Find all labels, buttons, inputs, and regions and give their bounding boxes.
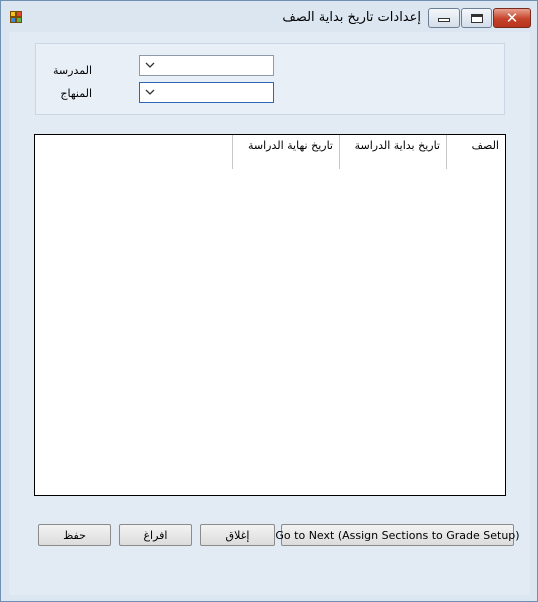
grid-header: الصف تاريخ بداية الدراسة تاريخ نهاية الد… xyxy=(232,135,505,169)
curriculum-combobox[interactable] xyxy=(139,82,274,103)
maximize-button[interactable] xyxy=(461,8,492,28)
close-window-button[interactable]: ✕ xyxy=(493,8,531,28)
clear-button[interactable]: افراغ xyxy=(119,524,192,546)
go-to-next-button[interactable]: Go to Next (Assign Sections to Grade Set… xyxy=(275,524,520,546)
window-title: إعدادات تاريخ بداية الصف xyxy=(282,10,421,25)
minimize-button[interactable] xyxy=(428,8,460,28)
title-bar[interactable]: إعدادات تاريخ بداية الصف ✕ xyxy=(1,1,537,33)
column-header-start-date[interactable]: تاريخ بداية الدراسة xyxy=(339,135,446,169)
column-header-end-date[interactable]: تاريخ نهاية الدراسة xyxy=(232,135,339,169)
settings-window: إعدادات تاريخ بداية الصف ✕ المدرسة المنه… xyxy=(0,0,538,602)
close-icon: ✕ xyxy=(505,8,519,27)
school-label: المدرسة xyxy=(53,64,92,77)
minimize-icon xyxy=(438,18,450,22)
chevron-down-icon xyxy=(144,59,156,71)
filter-panel: المدرسة المنهاج xyxy=(35,43,505,115)
save-button[interactable]: حفظ xyxy=(38,524,111,546)
app-icon[interactable] xyxy=(10,11,24,25)
curriculum-label: المنهاج xyxy=(60,87,92,100)
close-button[interactable]: إغلاق xyxy=(200,524,275,546)
school-combobox[interactable] xyxy=(139,55,274,76)
column-header-grade[interactable]: الصف xyxy=(446,135,505,169)
grades-grid[interactable]: الصف تاريخ بداية الدراسة تاريخ نهاية الد… xyxy=(34,134,506,496)
client-area: المدرسة المنهاج الصف تاريخ بداية الدراسة… xyxy=(9,32,530,595)
chevron-down-icon xyxy=(144,86,156,98)
maximize-icon xyxy=(470,13,483,23)
